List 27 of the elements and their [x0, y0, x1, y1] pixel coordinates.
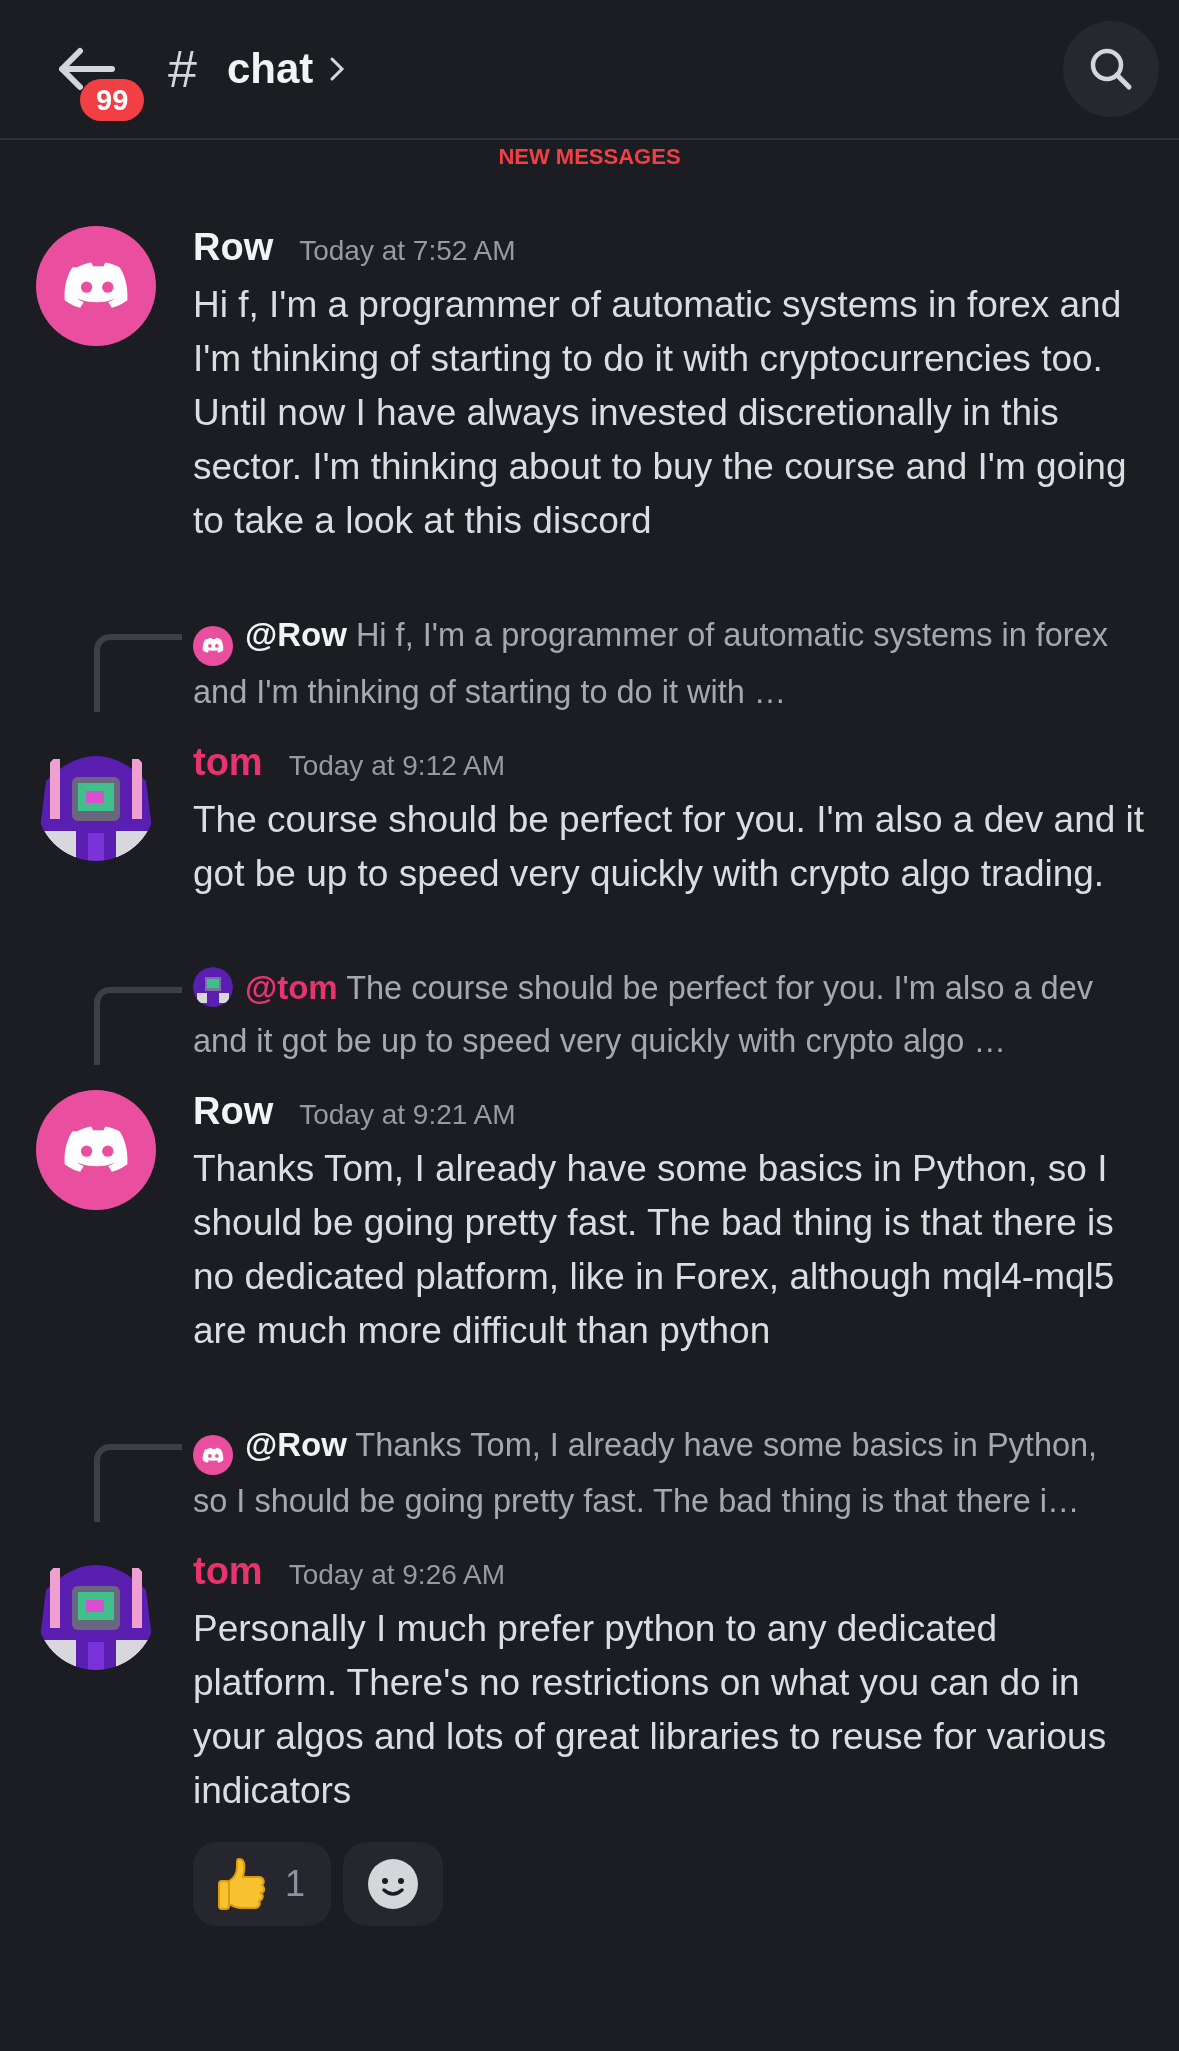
- timestamp: Today at 7:52 AM: [299, 235, 516, 267]
- channel-name[interactable]: chat: [226, 45, 314, 93]
- author-name[interactable]: tom: [193, 1550, 263, 1593]
- message-text: Hi f, I'm a programmer of automatic systems in forex and I'm thinking of starting to do it with cryptocurrencies too. Until now I have always invested discretionally in this sector. I'm thinking about to buy the course and I'm going to take a look at this discord: [193, 283, 1128, 543]
- add-reaction-button[interactable]: [343, 1842, 444, 1926]
- new-messages-label: NEW MESSAGES: [498, 144, 681, 169]
- controller-icon: [202, 1446, 224, 1464]
- timestamp: Today at 9:21 AM: [299, 1098, 516, 1131]
- reply-preview[interactable]: @Row Thanks Tom, I already have some basics in Python, so I should be going pretty fast. The bad thing is that there i…: [193, 1417, 1139, 1528]
- channel-symbol: #: [168, 39, 197, 99]
- reply-preview[interactable]: @Row Hi f, I'm a programmer of automatic systems in forex and I'm thinking of starting to do it with …: [193, 608, 1139, 719]
- timestamp: Today at 9:12 AM: [288, 749, 505, 782]
- reaction-button[interactable]: 1: [193, 1842, 332, 1926]
- controller-icon: [202, 637, 224, 654]
- thumbs-up-icon: [217, 1857, 267, 1911]
- author-name[interactable]: Row: [193, 226, 274, 269]
- message-text: The course should be perfect for you. I'm also a dev and it got be up to speed very quickly with crypto algo trading.: [193, 797, 1146, 896]
- back-arrow-icon[interactable]: [56, 47, 116, 91]
- message-text: Thanks Tom, I already have some basics in Python, so I should be going pretty fast. The bad thing is that there is no dedicated platform, like in Forex, although mql4-mql5 are much more difficult than python: [193, 1146, 1116, 1353]
- author-name[interactable]: tom: [193, 740, 263, 784]
- chevron-icon[interactable]: [329, 56, 346, 82]
- timestamp: Today at 9:26 AM: [288, 1559, 505, 1591]
- author-name[interactable]: Row: [193, 1089, 274, 1133]
- message-text: Personally I much prefer python to any dedicated platform. There's no restrictions on what you can do in your algos and lots of great libraries to reuse for various indicators: [193, 1607, 1108, 1813]
- unread-badge: 99: [80, 79, 145, 121]
- reply-preview[interactable]: @tom The course should be perfect for you. I'm also a dev and it got be up to speed very quickly with crypto algo …: [193, 960, 1139, 1068]
- smiley-icon: [367, 1858, 420, 1910]
